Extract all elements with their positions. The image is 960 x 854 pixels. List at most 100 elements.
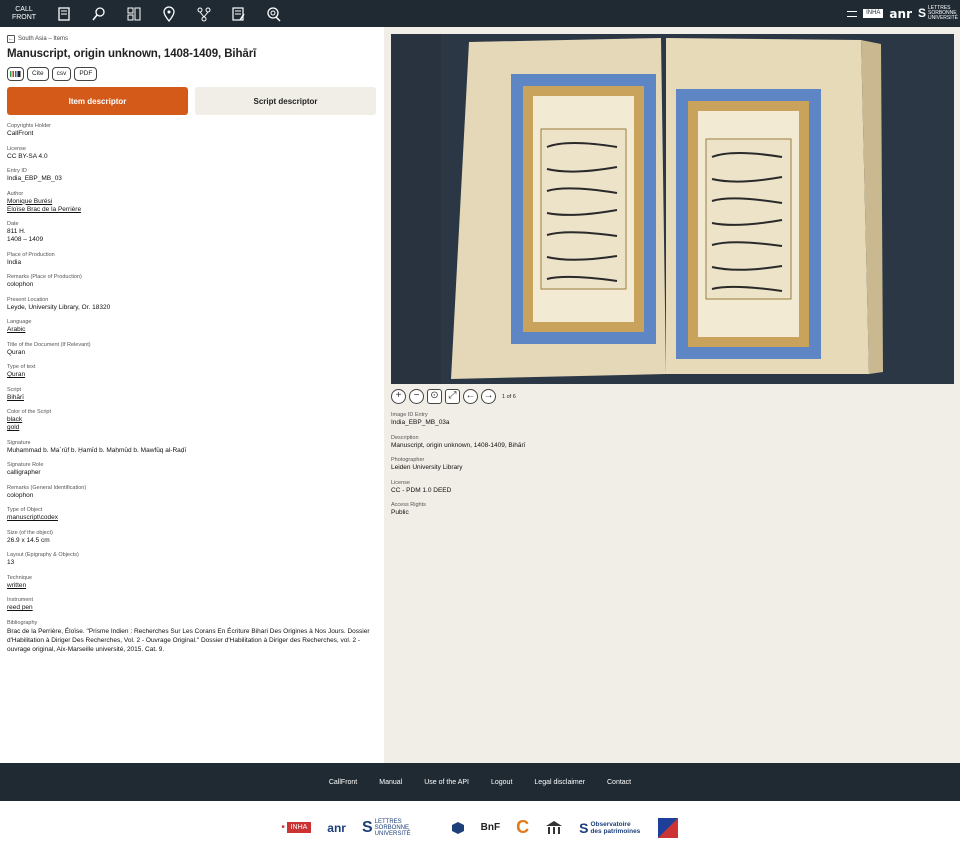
- location-pin-icon[interactable]: [161, 5, 177, 22]
- field-value-link[interactable]: gold: [7, 424, 377, 432]
- partner-logos: ■ INHA anr S LETTRES SORBONNE UNIVERSITÉ B…: [0, 801, 960, 854]
- metadata-field: License CC BY-SA 4.0: [7, 146, 377, 161]
- image-viewer-panel: + − ⊙ ⤢ ← → 1 of 6 Image ID Entry India_E…: [384, 27, 960, 763]
- tab-script-descriptor[interactable]: Script descriptor: [195, 87, 376, 115]
- descriptor-tabs: Item descriptor Script descriptor: [7, 87, 377, 115]
- field-value-link[interactable]: reed pen: [7, 604, 377, 612]
- csv-button[interactable]: csv: [51, 67, 72, 81]
- viewer-controls: + − ⊙ ⤢ ← → 1 of 6: [391, 389, 516, 404]
- field-value: 811 H.: [7, 228, 26, 235]
- field-value: Muhammad b. Ma`rūf b. Ḥamīd b. Maḥmūd b.…: [7, 446, 187, 454]
- zoom-in-icon[interactable]: +: [391, 389, 406, 404]
- field-value-link[interactable]: manuscript\codex: [7, 514, 377, 522]
- field-value-link[interactable]: Bihārī: [7, 394, 377, 402]
- field-label: Instrument: [7, 597, 33, 603]
- image-metadata-field: Photographer Leiden University Library: [391, 457, 525, 472]
- image-metadata-field: License CC - PDM 1.0 DEED: [391, 480, 525, 495]
- field-value-link[interactable]: Quran: [7, 371, 377, 379]
- field-label: Technique: [7, 574, 33, 581]
- partner-anr-logo: anr: [327, 820, 346, 835]
- cite-button[interactable]: Cite: [27, 67, 49, 81]
- search-icon[interactable]: [91, 6, 107, 22]
- image-metadata-field: Access Rights Public: [391, 502, 525, 517]
- callfront-logo[interactable]: CALL FRONT: [6, 3, 42, 25]
- field-label: Access Rights: [391, 502, 426, 508]
- tab-item-descriptor[interactable]: Item descriptor: [7, 87, 188, 115]
- metadata-field: Script Bihārī: [7, 387, 377, 402]
- breadcrumb[interactable]: ← South Asia – Items: [7, 34, 377, 43]
- field-label: Remarks (Place of Production): [7, 274, 82, 280]
- field-value: CC - PDM 1.0 DEED: [391, 486, 452, 494]
- zoom-out-icon[interactable]: −: [409, 389, 424, 404]
- back-arrow-icon[interactable]: ←: [7, 34, 15, 43]
- field-value-link[interactable]: black: [7, 416, 377, 424]
- footer-link[interactable]: Logout: [491, 779, 512, 786]
- metadata-field: Place of Production India: [7, 252, 377, 267]
- field-label: Remarks (General Identification): [7, 484, 87, 491]
- footer-link[interactable]: Legal disclaimer: [534, 779, 585, 786]
- metadata-field: Remarks (General Identification) colophon: [7, 485, 377, 500]
- metadata-field: Remarks (Place of Production) colophon: [7, 274, 377, 289]
- field-value: 13: [7, 559, 15, 566]
- field-value-link[interactable]: Monique Burési: [7, 198, 377, 206]
- logo-text-1: CALL: [15, 5, 33, 13]
- iiif-button[interactable]: [7, 67, 24, 81]
- partner-sorbonne-logo: S LETTRES SORBONNE UNIVERSITÉ: [361, 818, 411, 837]
- metadata-field: Type of Object manuscript\codex: [7, 507, 377, 522]
- partner-hexagon-logo: [451, 821, 465, 835]
- edit-document-icon[interactable]: [231, 6, 247, 22]
- field-value-link[interactable]: Eloïse Brac de la Perrière: [7, 206, 377, 214]
- pdf-button[interactable]: PDF: [74, 67, 98, 81]
- inha-mark-icon: [847, 10, 858, 17]
- field-label: Script: [7, 386, 22, 393]
- field-value-link[interactable]: written: [7, 582, 377, 590]
- metadata-field: Type of text Quran: [7, 364, 377, 379]
- footer-link[interactable]: Manual: [379, 779, 402, 786]
- manuscript-image-viewer[interactable]: [391, 34, 954, 384]
- footer-link[interactable]: CallFront: [329, 779, 357, 786]
- image-metadata-field: Description Manuscript, origin unknown, 1…: [391, 435, 525, 450]
- field-label: Type of text: [7, 364, 36, 370]
- footer-link[interactable]: Contact: [607, 779, 631, 786]
- inha-logo: INHA: [863, 9, 884, 18]
- field-label: Signature: [7, 439, 31, 446]
- partner-flag-logo: [658, 817, 679, 838]
- field-value: India_EBP_MB_03: [7, 175, 62, 182]
- next-icon[interactable]: →: [481, 389, 496, 404]
- bibliography-value: Brac de la Perrière, Éloïse. "Prisme Ind…: [7, 627, 370, 653]
- field-label: Type of Object: [7, 507, 43, 513]
- breadcrumb-label[interactable]: South Asia – Items: [18, 36, 68, 42]
- metadata-field: Size (of the object) 26.9 x 14.5 cm: [7, 530, 377, 545]
- book-icon[interactable]: [56, 6, 72, 22]
- previous-icon[interactable]: ←: [463, 389, 478, 404]
- home-icon[interactable]: ⊙: [427, 389, 442, 404]
- metadata-field: Signature Role calligrapher: [7, 462, 377, 477]
- footer-link[interactable]: Use of the API: [424, 779, 469, 786]
- partner-building-logo: [545, 820, 563, 836]
- field-label: Place of Production: [7, 251, 55, 258]
- iiif-icon: [10, 71, 21, 77]
- metadata-field: Author Monique Burési Eloïse Brac de la Pe…: [7, 191, 377, 214]
- page-title: Manuscript, origin unknown, 1408-1409, B…: [7, 48, 257, 60]
- field-value: CallFront: [7, 130, 34, 137]
- field-label: Author: [7, 190, 24, 197]
- field-label: Language: [7, 319, 32, 325]
- metadata-field: Title of the Document (If Relevant) Quran: [7, 342, 377, 357]
- field-label: Layout (Epigraphy & Objects): [7, 552, 79, 558]
- field-value: calligrapher: [7, 469, 41, 476]
- field-value-link[interactable]: Arabic: [7, 326, 377, 334]
- fullscreen-icon[interactable]: ⤢: [445, 389, 460, 404]
- field-label: Signature Role: [7, 462, 44, 468]
- partner-bnf-logo: BnF: [480, 822, 501, 833]
- field-label: Title of the Document (If Relevant): [7, 341, 91, 348]
- metadata-field: Date 811 H. 1408 – 1409: [7, 221, 377, 244]
- field-value: Manuscript, origin unknown, 1408-1409, B…: [391, 441, 526, 449]
- field-value: India_EBP_MB_03a: [391, 419, 450, 426]
- partner-inha-logo: ■ INHA: [282, 822, 312, 833]
- grid-icon[interactable]: [126, 6, 142, 22]
- tag-search-icon[interactable]: [266, 6, 282, 22]
- network-icon[interactable]: [196, 6, 212, 22]
- metadata-fields: Copyrights Holder CallFront License CC BY-S…: [7, 123, 377, 612]
- field-value: Quran: [7, 348, 26, 356]
- action-buttons: Cite csv PDF: [7, 67, 377, 81]
